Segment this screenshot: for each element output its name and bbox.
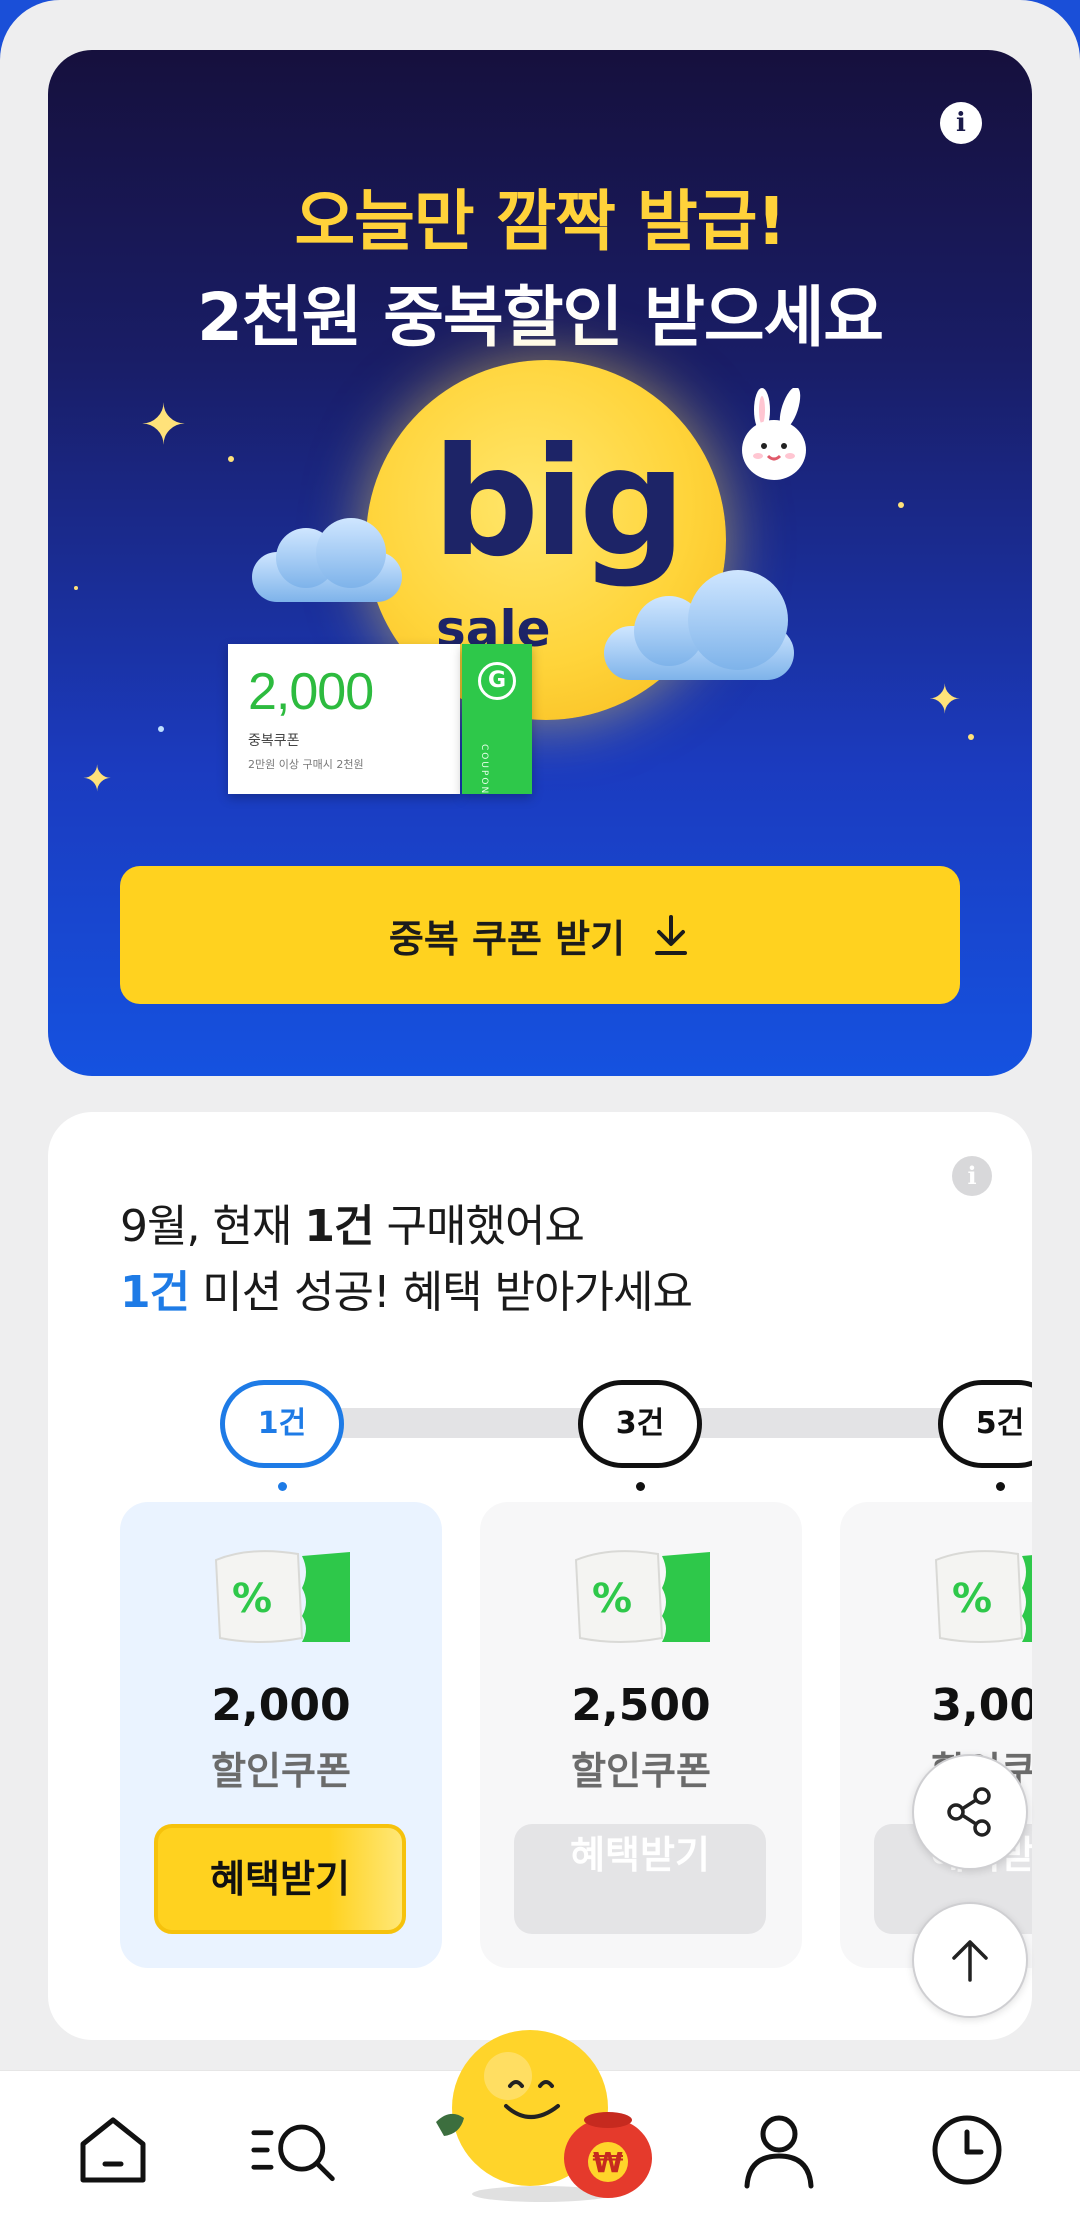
page: i 오늘만 깜짝 발급! 2천원 중복할인 받으세요 ✦ ✦ ✦ ✦ big s… <box>0 0 1080 2214</box>
coupon-stub: G COUPON <box>462 644 532 796</box>
reward-tile: % 3,000 할인쿠폰 혜택받기 <box>840 1502 1032 1968</box>
share-button[interactable] <box>912 1754 1028 1870</box>
reward-amount: 2,500 <box>571 1680 711 1731</box>
reward-amount: 3,000 <box>931 1680 1032 1731</box>
cloud-illustration <box>604 570 804 680</box>
download-icon <box>655 915 688 955</box>
mission-count: 1건 <box>304 1201 374 1252</box>
sparkle-dot <box>228 456 234 462</box>
category-search-icon <box>251 2124 335 2182</box>
arrow-up-icon <box>952 1940 988 1982</box>
rabbit-illustration <box>742 388 806 480</box>
nav-history[interactable] <box>922 2105 1012 2195</box>
sparkle-star-icon: ✦ <box>140 393 187 458</box>
cloud-illustration <box>252 518 402 602</box>
reward-label: 할인쿠폰 <box>211 1749 351 1793</box>
share-icon <box>947 1787 991 1837</box>
mission-success-text: 1건 미션 성공! 혜택 받아가세요 <box>120 1256 693 1320</box>
banner-info-icon[interactable]: i <box>940 102 982 144</box>
step-marker <box>278 1482 287 1491</box>
sparkle-star-icon: ✦ <box>928 677 962 723</box>
coupon-amount: 2,000 <box>248 663 374 721</box>
reward-label: 할인쿠폰 <box>571 1749 711 1793</box>
step-badge-1: 1건 <box>220 1380 344 1468</box>
nav-my-page[interactable] <box>734 2105 824 2195</box>
reward-amount: 2,000 <box>211 1680 351 1731</box>
discount-coupon-icon: % <box>574 1550 710 1643</box>
reward-tile: % 2,000 할인쿠폰 혜택받기 <box>120 1502 442 1968</box>
mascot-coin-symbol: ₩ <box>593 2146 624 2179</box>
get-coupon-label: 중복 쿠폰 받기 <box>388 916 626 961</box>
nav-category-search[interactable] <box>250 2105 340 2195</box>
step-badge-5: 5건 <box>938 1380 1032 1468</box>
purchase-mission-card: i 9월, 현재 1건 구매했어요 1건 미션 성공! 혜택 받아가세요 1건 … <box>48 1112 1032 2040</box>
nav-home[interactable] <box>68 2105 158 2195</box>
reward-tile: % 2,500 할인쿠폰 혜택받기 <box>480 1502 802 1968</box>
mission-success-suffix: 미션 성공! 혜택 받아가세요 <box>189 1267 693 1318</box>
my-page-icon <box>744 2115 814 2189</box>
claim-benefit-button[interactable]: 혜택받기 <box>154 1824 406 1934</box>
mission-success-count: 1건 <box>120 1267 190 1318</box>
promo-banner: i 오늘만 깜짝 발급! 2천원 중복할인 받으세요 ✦ ✦ ✦ ✦ big s… <box>48 50 1032 1076</box>
step-marker <box>996 1482 1005 1491</box>
discount-coupon-icon: % <box>934 1550 1032 1643</box>
svg-text:%: % <box>952 1576 992 1622</box>
coupon-name: 중복쿠폰 <box>248 733 300 749</box>
coupon-stub-text: COUPON <box>479 744 489 796</box>
step-badge-3: 3건 <box>578 1380 702 1468</box>
history-clock-icon <box>932 2115 1002 2185</box>
mission-status-suffix: 구매했어요 <box>373 1201 585 1252</box>
sparkle-dot <box>74 586 78 590</box>
svg-text:%: % <box>592 1576 632 1622</box>
sparkle-dot <box>158 726 164 732</box>
coupon-condition: 2만원 이상 구매시 2천원 <box>248 758 364 771</box>
mascot-wallet-icon[interactable]: ₩ <box>430 2022 660 2202</box>
mission-status-text: 9월, 현재 1건 구매했어요 <box>120 1190 585 1254</box>
mission-info-icon[interactable]: i <box>952 1156 992 1196</box>
sparkle-star-icon: ✦ <box>82 759 113 800</box>
scroll-top-button[interactable] <box>912 1902 1028 2018</box>
sparkle-dot <box>968 734 974 740</box>
get-coupon-button[interactable]: 중복 쿠폰 받기 <box>120 866 960 1004</box>
svg-text:%: % <box>232 1576 272 1622</box>
big-sale-big-text: big <box>432 416 686 590</box>
banner-title-line1: 오늘만 깜짝 발급! <box>294 183 786 260</box>
banner-title-line2: 2천원 중복할인 받으세요 <box>196 279 884 356</box>
mission-status-prefix: 9월, 현재 <box>120 1201 305 1252</box>
coupon-illustration: 2,000 중복쿠폰 2만원 이상 구매시 2천원 <box>228 644 460 794</box>
sparkle-dot <box>898 502 904 508</box>
step-marker <box>636 1482 645 1491</box>
home-icon <box>80 2117 146 2183</box>
discount-coupon-icon: % <box>214 1550 350 1643</box>
coupon-g-logo: G <box>478 662 516 700</box>
claim-benefit-button-disabled: 혜택받기 <box>514 1824 766 1934</box>
